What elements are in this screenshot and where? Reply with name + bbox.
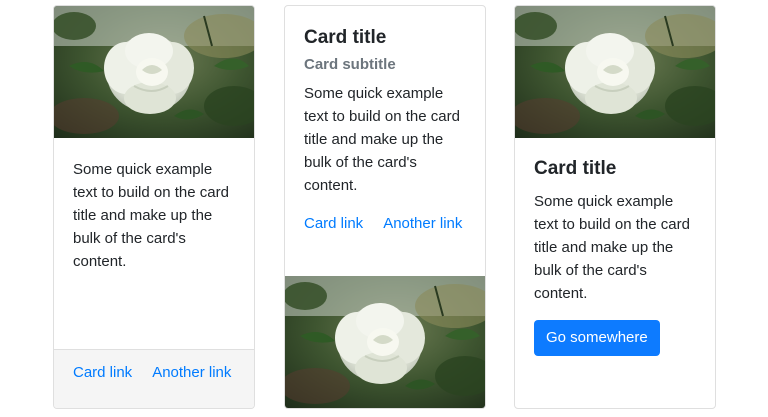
another-link[interactable]: Another link bbox=[152, 364, 231, 381]
another-link[interactable]: Another link bbox=[383, 215, 462, 232]
card-subtitle: Card subtitle bbox=[304, 56, 396, 73]
card-title-subtitle-image-bottom: Card title Card subtitle Some quick exam… bbox=[284, 5, 486, 409]
card-image-top-with-footer: Some quick example text to build on the … bbox=[53, 5, 255, 409]
card-image-top-with-button: Card title Some quick example text to bu… bbox=[514, 5, 716, 409]
card-link[interactable]: Card link bbox=[304, 215, 363, 232]
card-footer: Card link Another link bbox=[54, 349, 254, 408]
card-link[interactable]: Card link bbox=[73, 364, 132, 381]
card-text: Some quick example text to build on the … bbox=[304, 85, 460, 194]
go-somewhere-button[interactable]: Go somewhere bbox=[534, 320, 660, 356]
card-text: Some quick example text to build on the … bbox=[73, 161, 229, 270]
rose-image bbox=[285, 276, 485, 408]
card-text: Some quick example text to build on the … bbox=[534, 193, 690, 302]
rose-image bbox=[515, 6, 715, 138]
card-title: Card title bbox=[534, 158, 617, 179]
rose-image bbox=[54, 6, 254, 138]
card-title: Card title bbox=[304, 27, 387, 48]
